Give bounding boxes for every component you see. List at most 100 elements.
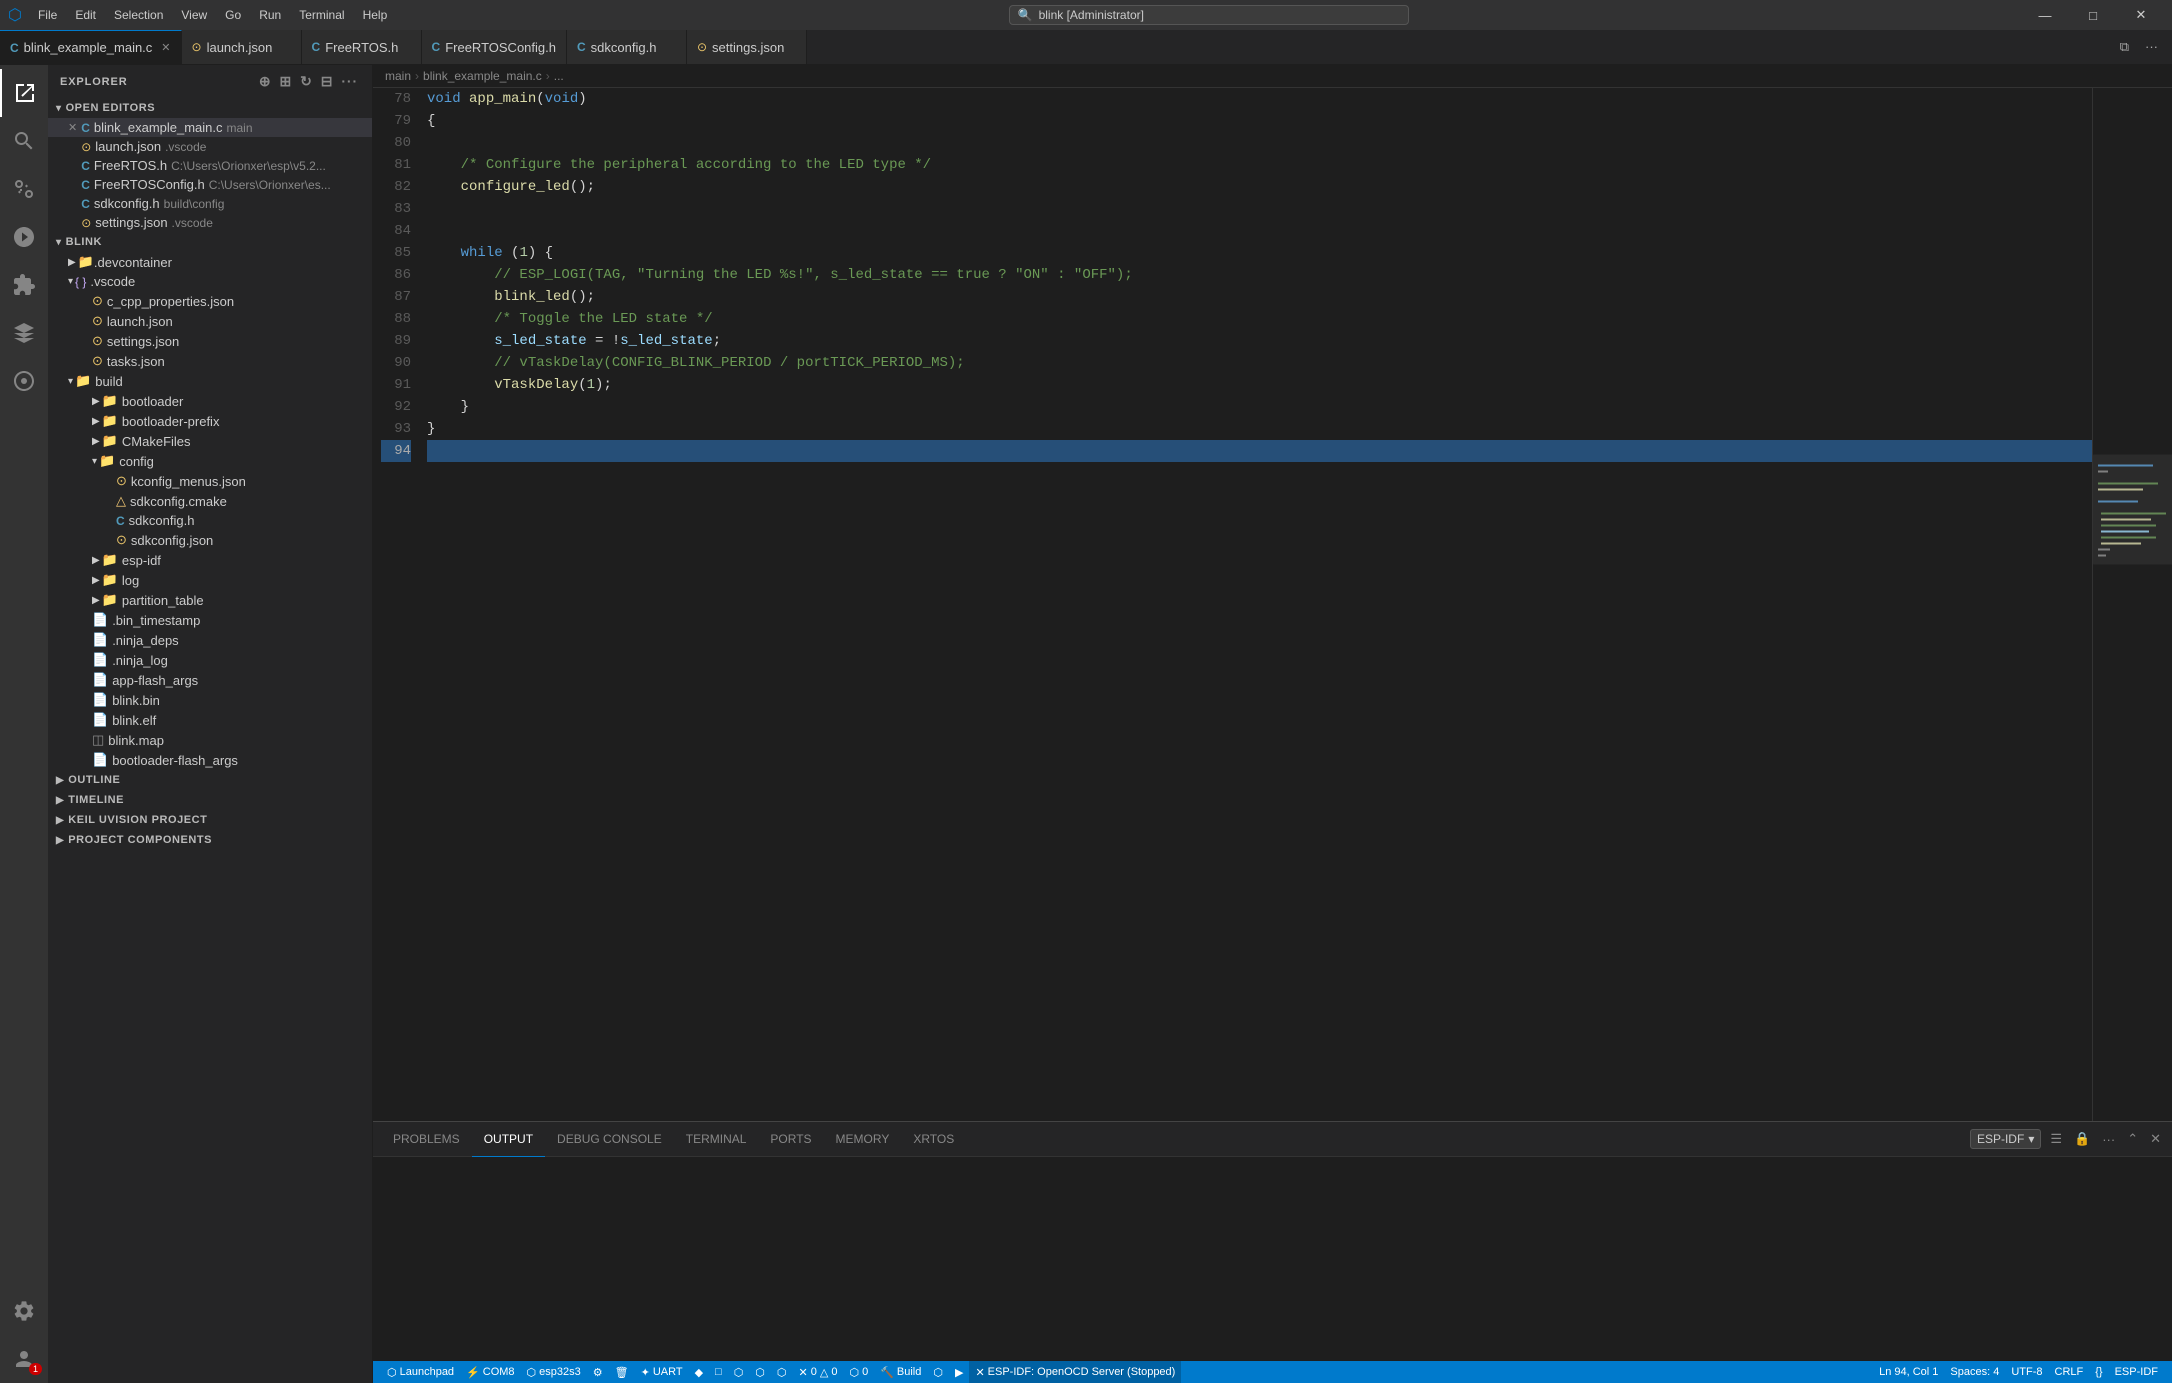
tree-bin-timestamp[interactable]: 📄 .bin_timestamp [48,610,372,630]
code-content[interactable]: void app_main(void) { /* Configure the p… [423,88,2092,1121]
tree-partition-table[interactable]: ▶ 📁 partition_table [48,590,372,610]
menu-help[interactable]: Help [355,6,396,24]
maximize-button[interactable]: □ [2070,0,2116,30]
tree-ninja-deps[interactable]: 📄 .ninja_deps [48,630,372,650]
activity-explorer[interactable] [0,69,48,117]
status-play[interactable]: ▶ [949,1361,969,1383]
status-errors[interactable]: ✕ 0 △ 0 [793,1361,844,1383]
new-folder-button[interactable]: ⊞ [277,71,294,92]
activity-run-debug[interactable] [0,213,48,261]
status-square[interactable]: □ [709,1361,728,1383]
status-flash[interactable]: ⬡ [927,1361,949,1383]
status-settings[interactable]: ⚙ [587,1361,609,1383]
menu-selection[interactable]: Selection [106,6,171,24]
panel-expand-icon[interactable]: ⌃ [2124,1128,2141,1150]
collapse-all-button[interactable]: ⊟ [319,71,336,92]
menu-run[interactable]: Run [251,6,289,24]
blink-section[interactable]: ▾ BLINK [48,232,372,252]
close-icon[interactable]: ✕ [68,121,77,134]
breadcrumb-more[interactable]: ... [554,69,564,83]
tree-bootloader-prefix[interactable]: ▶ 📁 bootloader-prefix [48,411,372,431]
tree-build[interactable]: ▾ 📁 build [48,371,372,391]
tab-sdkconfig-h[interactable]: C sdkconfig.h [567,30,687,65]
panel-tab-debug-console[interactable]: DEBUG CONSOLE [545,1122,674,1157]
activity-settings[interactable] [0,1287,48,1335]
status-info[interactable]: ⬡ 0 [843,1361,874,1383]
menu-edit[interactable]: Edit [67,6,104,24]
status-hex3[interactable]: ⬡ [771,1361,793,1383]
status-launchpad[interactable]: ⬡ Launchpad [381,1361,460,1383]
tree-sdkconfig-cmake[interactable]: △ sdkconfig.cmake [48,491,372,511]
activity-remote[interactable] [0,357,48,405]
panel-list-icon[interactable]: ☰ [2047,1128,2065,1150]
status-trash[interactable]: 🗑 [609,1361,635,1383]
status-hex2[interactable]: ⬡ [749,1361,771,1383]
more-actions-button[interactable]: ··· [2139,35,2164,59]
tree-config[interactable]: ▾ 📁 config [48,451,372,471]
status-eol[interactable]: CRLF [2049,1361,2090,1383]
activity-idf[interactable] [0,309,48,357]
minimize-button[interactable]: — [2022,0,2068,30]
activity-account[interactable] [0,1335,48,1383]
panel-lock-icon[interactable]: 🔒 [2071,1128,2093,1150]
panel-tab-terminal[interactable]: TERMINAL [674,1122,759,1157]
status-language[interactable]: {} [2089,1361,2108,1383]
tree-esp-idf[interactable]: ▶ 📁 esp-idf [48,550,372,570]
panel-output-dropdown[interactable]: ESP-IDF ▾ [1970,1129,2041,1149]
panel-more-icon[interactable]: ··· [2099,1129,2118,1150]
open-editor-launch-json[interactable]: ✕ ⊙ launch.json .vscode [48,137,372,156]
outline-section[interactable]: ▶ OUTLINE [48,770,372,790]
open-editors-section[interactable]: ▾ OPEN EDITORS [48,98,372,118]
tree-cmakefiles[interactable]: ▶ 📁 CMakeFiles [48,431,372,451]
breadcrumb-file[interactable]: blink_example_main.c [423,69,542,83]
keil-section[interactable]: ▶ KEIL UVISION PROJECT [48,810,372,830]
activity-source-control[interactable] [0,165,48,213]
code-editor[interactable]: 78 79 80 81 82 83 84 85 86 87 88 89 90 9… [373,88,2172,1121]
close-button[interactable]: ✕ [2118,0,2164,30]
activity-extensions[interactable] [0,261,48,309]
timeline-section[interactable]: ▶ TIMELINE [48,790,372,810]
panel-tab-xrtos[interactable]: XRTOS [901,1122,966,1157]
more-options-icon[interactable]: ··· [339,71,360,92]
tree-settings-json[interactable]: ⊙ settings.json [48,331,372,351]
status-spaces[interactable]: Spaces: 4 [1944,1361,2005,1383]
panel-close-icon[interactable]: ✕ [2147,1128,2164,1150]
status-diamond[interactable]: ◆ [689,1361,709,1383]
menu-terminal[interactable]: Terminal [291,6,352,24]
status-openocd-error[interactable]: ✕ ESP-IDF: OpenOCD Server (Stopped) [969,1361,1181,1383]
panel-tab-memory[interactable]: MEMORY [824,1122,902,1157]
tree-devcontainer[interactable]: ▶ 📁 .devcontainer [48,252,372,272]
tree-blink-elf[interactable]: 📄 blink.elf [48,710,372,730]
status-encoding[interactable]: UTF-8 [2005,1361,2048,1383]
tree-tasks-json[interactable]: ⊙ tasks.json [48,351,372,371]
new-file-button[interactable]: ⊕ [257,71,274,92]
tab-close-button[interactable]: ✕ [161,41,170,54]
activity-search[interactable] [0,117,48,165]
panel-tab-problems[interactable]: PROBLEMS [381,1122,472,1157]
open-editor-freertosconfig-h[interactable]: ✕ C FreeRTOSConfig.h C:\Users\Orionxer\e… [48,175,372,194]
tab-freertos-h[interactable]: C FreeRTOS.h [302,30,422,65]
panel-tab-ports[interactable]: PORTS [758,1122,823,1157]
tree-kconfig-menus[interactable]: ⊙ kconfig_menus.json [48,471,372,491]
refresh-button[interactable]: ↻ [298,71,315,92]
tree-app-flash-args[interactable]: 📄 app-flash_args [48,670,372,690]
status-idf[interactable]: ESP-IDF [2109,1361,2164,1383]
tree-launch-json[interactable]: ⊙ launch.json [48,311,372,331]
status-hex1[interactable]: ⬡ [728,1361,750,1383]
open-editor-sdkconfig-h[interactable]: ✕ C sdkconfig.h build\config [48,194,372,213]
status-line-col[interactable]: Ln 94, Col 1 [1873,1361,1944,1383]
tree-ninja-log[interactable]: 📄 .ninja_log [48,650,372,670]
tab-blink-example-main-c[interactable]: C blink_example_main.c ✕ [0,30,182,65]
menu-go[interactable]: Go [217,6,249,24]
tab-settings-json[interactable]: ⊙ settings.json [687,30,807,65]
search-box[interactable]: 🔍 blink [Administrator] [1009,5,1409,25]
tree-bootloader-flash-args[interactable]: 📄 bootloader-flash_args [48,750,372,770]
menu-file[interactable]: File [30,6,65,24]
panel-tab-output[interactable]: OUTPUT [472,1122,545,1157]
tree-sdkconfig-json[interactable]: ⊙ sdkconfig.json [48,530,372,550]
tree-sdkconfig-h[interactable]: C sdkconfig.h [48,511,372,530]
tree-blink-map[interactable]: ◫ blink.map [48,730,372,750]
split-editor-button[interactable]: ⧉ [2114,35,2135,59]
status-com-port[interactable]: ⚡ COM8 [460,1361,520,1383]
open-editor-settings-json[interactable]: ✕ ⊙ settings.json .vscode [48,213,372,232]
